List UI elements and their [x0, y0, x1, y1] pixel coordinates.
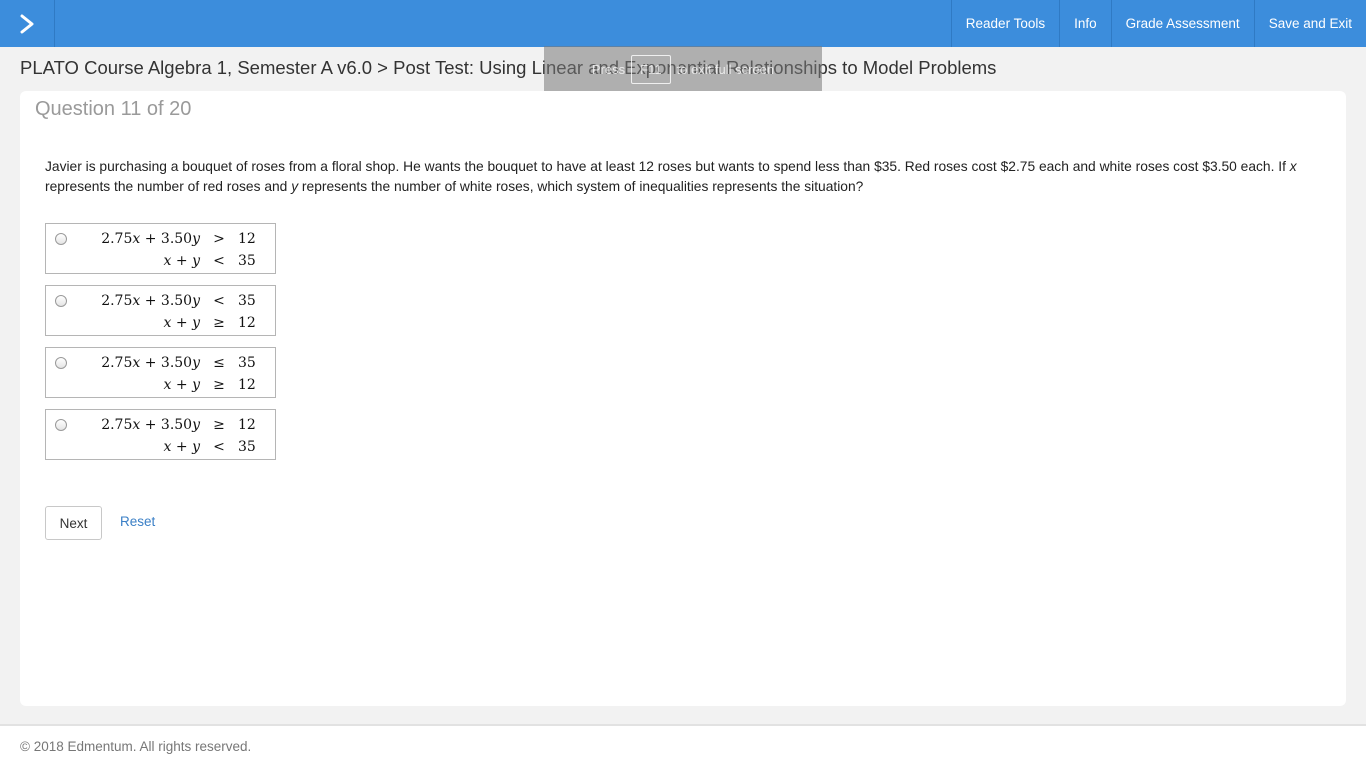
- top-nav: Reader Tools Info Grade Assessment Save …: [950, 0, 1366, 47]
- toast-prefix: Press: [591, 62, 626, 77]
- inequality-system: 2.75x + 3.50y ≥ 12 x + y < 35: [80, 414, 268, 458]
- info-button[interactable]: Info: [1059, 0, 1111, 47]
- toast-key: F11: [631, 55, 671, 84]
- question-text-part1: Javier is purchasing a bouquet of roses …: [45, 159, 1290, 174]
- rhs-2: 12: [238, 377, 256, 393]
- relation-1: ≤: [213, 355, 225, 371]
- lhs-1: 2.75x + 3.50y: [101, 355, 200, 371]
- rhs-1: 35: [238, 293, 256, 309]
- inequality-system: 2.75x + 3.50y < 35 x + y ≥ 12: [80, 290, 268, 334]
- radio-button[interactable]: [55, 233, 67, 245]
- menu-toggle-button[interactable]: [0, 0, 55, 47]
- relation-1: ≥: [213, 417, 225, 433]
- rhs-1: 12: [238, 417, 256, 433]
- rhs-1: 35: [238, 355, 256, 371]
- question-text: Javier is purchasing a bouquet of roses …: [45, 157, 1330, 197]
- lhs-2: x + y: [163, 315, 200, 331]
- lhs-1: 2.75x + 3.50y: [101, 231, 200, 247]
- lhs-1: 2.75x + 3.50y: [101, 293, 200, 309]
- footer: © 2018 Edmentum. All rights reserved.: [0, 724, 1366, 767]
- relation-1: >: [213, 231, 225, 247]
- relation-2: <: [213, 253, 225, 269]
- lhs-1: 2.75x + 3.50y: [101, 417, 200, 433]
- lhs-2: x + y: [163, 377, 200, 393]
- chevron-right-icon: [20, 14, 34, 33]
- relation-2: ≥: [213, 377, 225, 393]
- radio-button[interactable]: [55, 295, 67, 307]
- question-title: Question 11 of 20: [35, 98, 192, 120]
- relation-2: ≥: [213, 315, 225, 331]
- top-bar: Reader Tools Info Grade Assessment Save …: [0, 0, 1366, 47]
- fullscreen-toast: Press F11 to exit full screen: [544, 46, 822, 93]
- question-text-part2: represents the number of red roses and: [45, 179, 292, 194]
- lhs-2: x + y: [163, 439, 200, 455]
- rhs-1: 12: [238, 231, 256, 247]
- question-text-part3: represents the number of white roses, wh…: [298, 179, 864, 194]
- answer-option-3[interactable]: 2.75x + 3.50y ≤ 35 x + y ≥ 12: [45, 347, 276, 398]
- relation-1: <: [213, 293, 225, 309]
- question-card: Question 11 of 20 Javier is purchasing a…: [20, 91, 1346, 706]
- inequality-system: 2.75x + 3.50y ≤ 35 x + y ≥ 12: [80, 352, 268, 396]
- breadcrumb: PLATO Course Algebra 1, Semester A v6.0 …: [20, 57, 997, 78]
- var-x: x: [1289, 159, 1297, 174]
- answer-options: 2.75x + 3.50y > 12 x + y < 35 2.75x + 3.…: [45, 223, 276, 471]
- rhs-2: 35: [238, 439, 256, 455]
- answer-option-2[interactable]: 2.75x + 3.50y < 35 x + y ≥ 12: [45, 285, 276, 336]
- radio-button[interactable]: [55, 357, 67, 369]
- reader-tools-button[interactable]: Reader Tools: [950, 0, 1059, 47]
- rhs-2: 35: [238, 253, 256, 269]
- toast-suffix: to exit full screen: [676, 62, 775, 77]
- copyright-text: © 2018 Edmentum. All rights reserved.: [20, 739, 252, 754]
- answer-option-4[interactable]: 2.75x + 3.50y ≥ 12 x + y < 35: [45, 409, 276, 460]
- grade-assessment-button[interactable]: Grade Assessment: [1110, 0, 1254, 47]
- inequality-system: 2.75x + 3.50y > 12 x + y < 35: [80, 228, 268, 272]
- relation-2: <: [213, 439, 225, 455]
- save-and-exit-button[interactable]: Save and Exit: [1253, 0, 1366, 47]
- answer-option-1[interactable]: 2.75x + 3.50y > 12 x + y < 35: [45, 223, 276, 274]
- rhs-2: 12: [238, 315, 256, 331]
- lhs-2: x + y: [163, 253, 200, 269]
- reset-link[interactable]: Reset: [120, 514, 155, 529]
- next-button[interactable]: Next: [45, 506, 102, 540]
- radio-button[interactable]: [55, 419, 67, 431]
